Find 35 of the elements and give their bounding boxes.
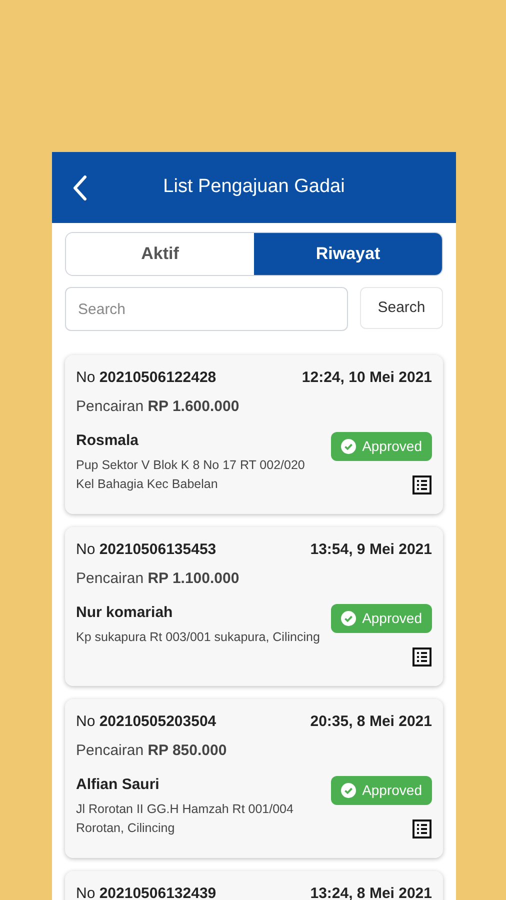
check-circle-icon bbox=[341, 611, 356, 626]
application-time: 12:24, 10 Mei 2021 bbox=[302, 368, 432, 388]
application-time: 20:35, 8 Mei 2021 bbox=[310, 712, 432, 732]
customer-name: Rosmala bbox=[76, 431, 140, 451]
application-card[interactable]: No 20210506132439 13:24, 8 Mei 2021 bbox=[65, 871, 443, 900]
application-time: 13:54, 9 Mei 2021 bbox=[310, 540, 432, 560]
list-icon[interactable] bbox=[412, 819, 432, 839]
application-card[interactable]: No 20210506122428 12:24, 10 Mei 2021 Pencairan RP 1.600.000 Rosmala Pup Sektor V Blok K 8 No 17 RT 002/020 Kel Bahagia Kec Babelan Approved bbox=[65, 355, 443, 514]
status-label: Approved bbox=[362, 609, 422, 628]
application-number: No 20210506132439 bbox=[76, 884, 216, 900]
screen-title: List Pengajuan Gadai bbox=[162, 175, 346, 200]
application-time: 13:24, 8 Mei 2021 bbox=[310, 884, 432, 900]
application-number: No 20210505203504 bbox=[76, 712, 216, 732]
search-button[interactable]: Search bbox=[360, 287, 443, 329]
application-number: No 20210506122428 bbox=[76, 368, 216, 388]
list-icon[interactable] bbox=[412, 475, 432, 495]
disbursement-amount: Pencairan RP 1.600.000 bbox=[76, 396, 240, 416]
application-number: No 20210506135453 bbox=[76, 540, 216, 560]
back-icon bbox=[72, 174, 88, 200]
status-label: Approved bbox=[362, 781, 422, 800]
list-icon[interactable] bbox=[412, 647, 432, 667]
disbursement-amount: Pencairan RP 1.100.000 bbox=[76, 568, 240, 588]
check-circle-icon bbox=[341, 439, 356, 454]
customer-address: Pup Sektor V Blok K 8 No 17 RT 002/020 Kel Bahagia Kec Babelan bbox=[76, 456, 306, 493]
customer-name: Alfian Sauri bbox=[76, 775, 160, 795]
customer-address: Kp sukapura Rt 003/001 sukapura, Cilincing bbox=[76, 628, 321, 646]
tab[interactable]: Riwayat bbox=[254, 233, 442, 275]
customer-address: Jl Rorotan II GG.H Hamzah Rt 001/004 Rorotan, Cilincing bbox=[76, 800, 294, 837]
search-field[interactable]: Search bbox=[65, 287, 348, 331]
disbursement-amount: Pencairan RP 850.000 bbox=[76, 740, 228, 760]
application-card[interactable]: No 20210506135453 13:54, 9 Mei 2021 Pencairan RP 1.100.000 Nur komariah Kp sukapura Rt 003/001 sukapura, Cilincing Approved bbox=[65, 527, 443, 686]
status-label: Approved bbox=[362, 437, 422, 456]
application-card[interactable]: No 20210505203504 20:35, 8 Mei 2021 Pencairan RP 850.000 Alfian Sauri Jl Rorotan II GG.H Hamzah Rt 001/004 Rorotan, Cilincing Approved bbox=[65, 699, 443, 858]
customer-name: Nur komariah bbox=[76, 603, 174, 623]
check-circle-icon bbox=[341, 783, 356, 798]
